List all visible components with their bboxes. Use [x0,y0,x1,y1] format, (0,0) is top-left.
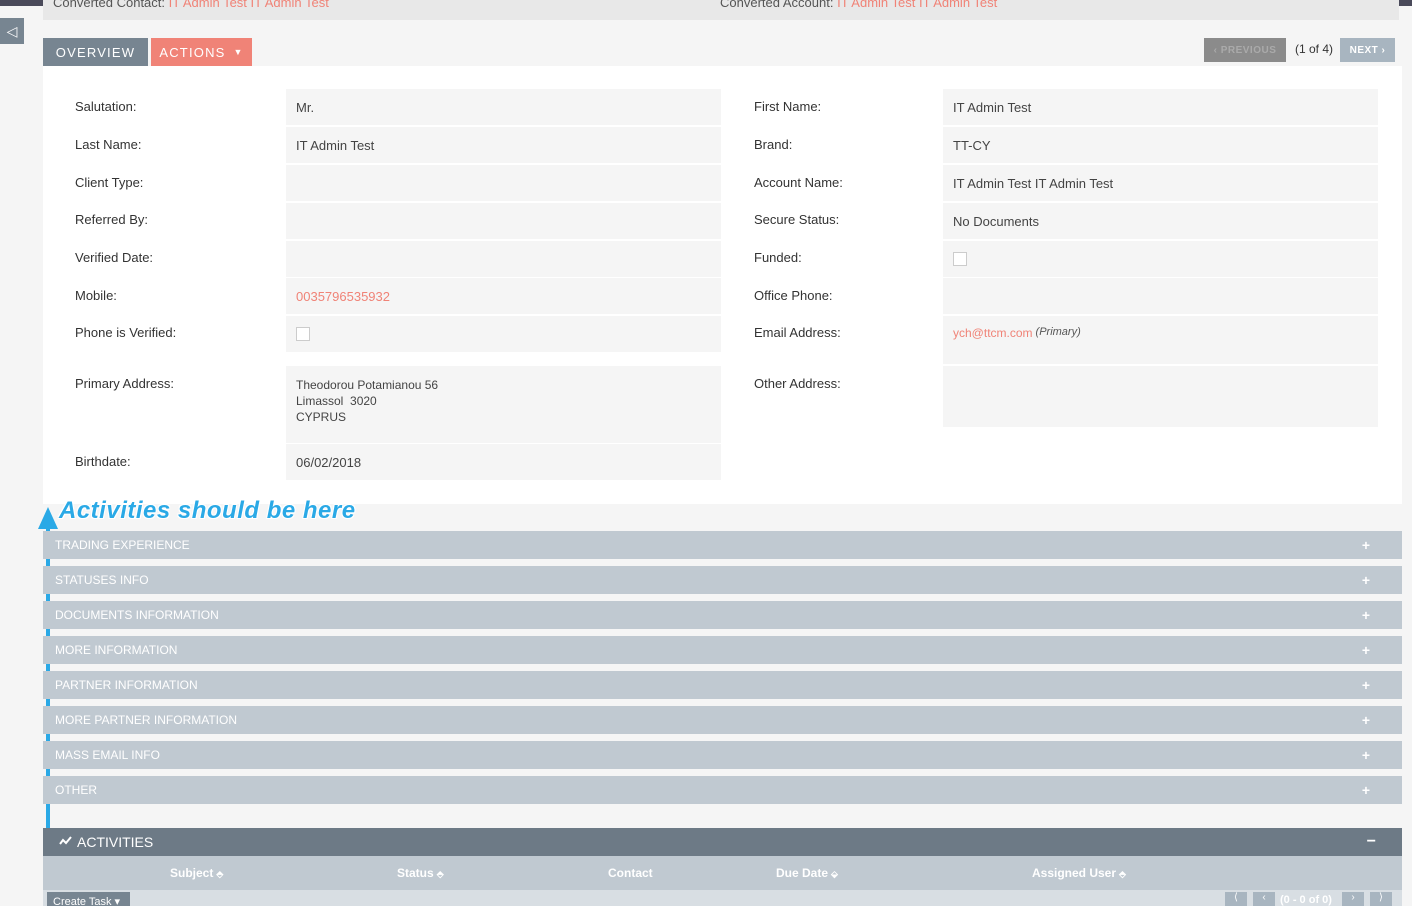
col-subject[interactable]: Subject ⬘ [170,866,223,880]
annotation-arrow-up-icon [38,507,58,529]
birthdate-value: 06/02/2018 [286,444,721,480]
mobile-link[interactable]: 0035796535932 [296,289,390,304]
expand-plus-icon[interactable]: + [1362,572,1370,588]
previous-button[interactable]: ‹ PREVIOUS [1204,38,1286,62]
caret-down-icon: ▼ [233,47,244,57]
converted-account: Converted Account: IT Admin Test IT Admi… [720,0,997,10]
email-link[interactable]: ych@ttcm.com [953,326,1033,340]
expand-plus-icon[interactable]: + [1362,607,1370,623]
secure-status-label: Secure Status: [754,212,840,227]
converted-contact-link[interactable]: IT Admin Test IT Admin Test [169,0,329,10]
first-page-icon[interactable]: ⟨ [1225,892,1247,906]
section-mass-email-info[interactable]: MASS EMAIL INFO + [43,741,1402,769]
next-page-icon[interactable]: › [1342,892,1364,906]
expand-plus-icon[interactable]: + [1362,677,1370,693]
expand-plus-icon[interactable]: + [1362,747,1370,763]
office-phone-label: Office Phone: [754,288,833,303]
salutation-value: Mr. [286,89,721,125]
brand-value: TT-CY [943,127,1378,163]
primary-address-value: Theodorou Potamianou 56 Limassol 3020 CY… [286,366,721,443]
referred-by-label: Referred By: [75,212,148,227]
first-name-value: IT Admin Test [943,89,1378,125]
record-count: (1 of 4) [1295,42,1334,56]
sidebar-toggle-icon[interactable]: ◁ [0,18,24,44]
mobile-field: 0035796535932 [286,278,721,314]
col-contact: Contact [608,866,653,880]
salutation-label: Salutation: [75,99,137,114]
client-type-value [286,165,721,201]
mobile-label: Mobile: [75,288,117,303]
office-phone-value [943,278,1378,314]
client-type-label: Client Type: [75,175,144,190]
email-address-field: ych@ttcm.com (Primary) [943,316,1378,364]
other-address-label: Other Address: [754,376,841,391]
last-page-icon[interactable]: ⟩ [1370,892,1392,906]
collapse-minus-icon[interactable]: − [1367,833,1376,851]
funded-field [943,241,1378,277]
section-trading-experience[interactable]: TRADING EXPERIENCE + [43,531,1402,559]
sort-icon[interactable]: ⬘ [437,869,444,879]
converted-info-bar: Converted Contact: IT Admin Test IT Admi… [43,0,1399,20]
converted-contact: Converted Contact: IT Admin Test IT Admi… [53,0,329,10]
annotation-text: Activities should be here [59,497,356,524]
activities-column-header: Subject ⬘ Status ⬘ Contact Due Date ⬙ Assig… [43,856,1402,890]
phone-verified-label: Phone is Verified: [75,325,177,340]
secure-status-value: No Documents [943,203,1378,239]
referred-by-value [286,203,721,239]
verified-date-value [286,241,721,277]
section-more-partner-information[interactable]: MORE PARTNER INFORMATION + [43,706,1402,734]
brand-label: Brand: [754,137,793,152]
sort-icon[interactable]: ⬙ [831,869,838,879]
last-name-value: IT Admin Test [286,127,721,163]
sort-icon[interactable]: ⬘ [216,869,223,879]
birthdate-label: Birthdate: [75,454,131,469]
activities-count: (0 - 0 of 0) [1280,894,1332,906]
actions-dropdown-button[interactable]: ACTIONS ▼ [151,38,252,66]
converted-account-link[interactable]: IT Admin Test IT Admin Test [837,0,997,10]
section-other[interactable]: OTHER + [43,776,1402,804]
first-name-label: First Name: [754,99,822,114]
verified-date-label: Verified Date: [75,250,154,265]
detail-panel: Salutation: Mr. Last Name: IT Admin Test… [43,66,1402,504]
create-task-button[interactable]: Create Task ▾ [47,892,130,906]
col-due-date[interactable]: Due Date ⬙ [776,866,838,880]
phone-verified-field [286,316,721,352]
next-button[interactable]: NEXT › [1340,38,1395,62]
activities-footer: Create Task ▾ ⟨ ‹ (0 - 0 of 0) › ⟩ [43,890,1402,906]
expand-plus-icon[interactable]: + [1362,642,1370,658]
email-address-label: Email Address: [754,325,841,340]
tab-overview[interactable]: OVERVIEW [43,38,148,66]
last-name-label: Last Name: [75,137,142,152]
col-assigned-user[interactable]: Assigned User ⬘ [1032,866,1126,880]
expand-plus-icon[interactable]: + [1362,537,1370,553]
section-more-information[interactable]: MORE INFORMATION + [43,636,1402,664]
account-name-value: IT Admin Test IT Admin Test [943,165,1378,201]
activities-panel-header[interactable]: ACTIVITIES − [43,828,1402,856]
expand-plus-icon[interactable]: + [1362,782,1370,798]
account-name-label: Account Name: [754,175,843,190]
phone-verified-checkbox [296,327,310,341]
sort-icon[interactable]: ⬘ [1119,869,1126,879]
primary-address-label: Primary Address: [75,376,174,391]
other-address-value [943,366,1378,427]
email-primary-tag: (Primary) [1035,326,1081,338]
col-status[interactable]: Status ⬘ [397,866,444,880]
section-statuses-info[interactable]: STATUSES INFO + [43,566,1402,594]
funded-checkbox [953,252,967,266]
funded-label: Funded: [754,250,802,265]
prev-page-icon[interactable]: ‹ [1253,892,1275,906]
section-documents-information[interactable]: DOCUMENTS INFORMATION + [43,601,1402,629]
section-partner-information[interactable]: PARTNER INFORMATION + [43,671,1402,699]
chevron-collapse-icon [59,836,72,848]
expand-plus-icon[interactable]: + [1362,712,1370,728]
